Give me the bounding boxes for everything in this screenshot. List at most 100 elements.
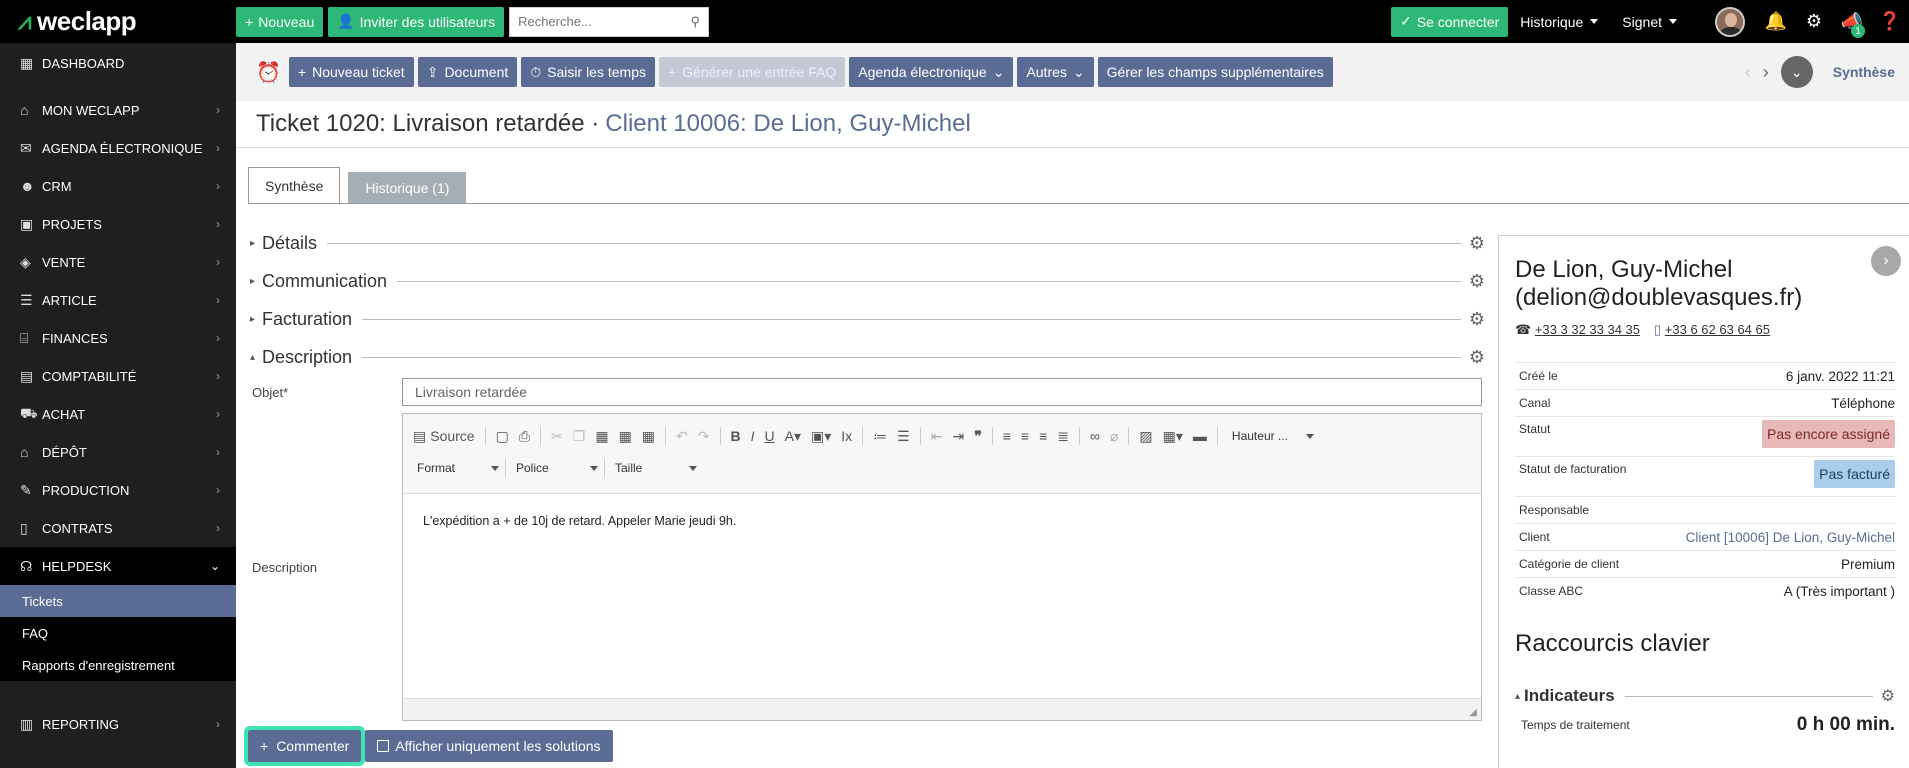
sidebar-item-vente[interactable]: ◈ Vente › [0, 243, 236, 281]
previous-icon[interactable]: ‹ [1745, 62, 1751, 83]
mobile-link[interactable]: ▯ +33 6 62 63 64 65 [1654, 322, 1770, 338]
unlink-icon[interactable]: ⌀ [1110, 428, 1118, 445]
gear-icon[interactable]: ⚙ [1469, 309, 1485, 330]
bold-icon[interactable]: B [731, 428, 741, 444]
align-right-icon[interactable]: ≡ [1039, 428, 1047, 444]
checkbox[interactable] [377, 740, 390, 752]
align-center-icon[interactable]: ≡ [1021, 428, 1029, 444]
invite-users-button[interactable]: 👤 Inviter des utilisateurs [328, 6, 505, 37]
status-badge[interactable]: Pas encore assigné [1762, 420, 1895, 448]
remove-format-icon[interactable]: Ix [841, 428, 852, 444]
italic-icon[interactable]: I [751, 428, 755, 444]
gear-icon[interactable]: ⚙ [1469, 233, 1485, 254]
section-details[interactable]: ▸ Détails ⚙ [250, 232, 1485, 254]
source-button[interactable]: ▤ Source [413, 428, 475, 445]
paste-text-icon[interactable]: ▦ [619, 428, 632, 445]
preview-icon[interactable]: ▢ [496, 428, 509, 445]
outdent-icon[interactable]: ⇤ [931, 428, 943, 445]
sidebar-item-projets[interactable]: ▣ Projets › [0, 205, 236, 243]
document-button[interactable]: ⇪ Document [417, 57, 518, 87]
agenda-dropdown[interactable]: Agenda électronique ⌄ [849, 57, 1014, 87]
blockquote-icon[interactable]: ❞ [974, 428, 982, 445]
align-left-icon[interactable]: ≡ [1003, 428, 1011, 444]
link-icon[interactable]: ∞ [1090, 428, 1100, 444]
sidebar-item-reporting[interactable]: ▥ Reporting › [0, 705, 236, 743]
chevron-down-circle-icon[interactable]: ⌄ [1780, 56, 1813, 88]
gear-icon[interactable]: ⚙ [1469, 271, 1485, 292]
bookmark-menu[interactable]: Signet [1610, 14, 1689, 30]
comment-button[interactable]: + Commenter [243, 726, 366, 766]
undo-icon[interactable]: ↶ [676, 428, 688, 445]
search-icon[interactable]: ⚲ [691, 14, 701, 30]
redo-icon[interactable]: ↷ [698, 428, 710, 445]
gear-icon[interactable]: ⚙ [1881, 686, 1895, 706]
alarm-clock-icon[interactable]: ⏰ [256, 60, 281, 85]
sidebar-item-depot[interactable]: ⌂ Dépôt › [0, 433, 236, 471]
sidebar-item-article[interactable]: ☰ Article › [0, 281, 236, 319]
synthese-link[interactable]: Synthèse [1833, 64, 1895, 80]
height-dropdown[interactable]: Hauteur ... [1228, 429, 1314, 443]
resize-handle-icon[interactable]: ◢ [1469, 707, 1477, 718]
section-communication[interactable]: ▸ Communication ⚙ [250, 270, 1485, 292]
background-color-icon[interactable]: ▣▾ [811, 428, 831, 445]
sidebar-subitem-tickets[interactable]: Tickets [0, 585, 236, 617]
connect-button[interactable]: ✓ Se connecter [1391, 6, 1509, 37]
print-icon[interactable]: ⎙ [519, 428, 530, 445]
gear-icon[interactable]: ⚙ [1795, 11, 1833, 32]
font-dropdown[interactable]: Police [512, 461, 598, 475]
tab-synthese[interactable]: Synthèse [248, 167, 341, 203]
help-icon[interactable]: ❓ [1871, 11, 1909, 32]
search-input[interactable] [518, 14, 691, 29]
editor-content[interactable]: L'expédition a + de 10j de retard. Appel… [403, 494, 1481, 694]
manage-fields-button[interactable]: Gérer les champs supplémentaires [1097, 57, 1333, 87]
bell-icon[interactable]: 🔔 [1757, 11, 1795, 32]
client-detail-link[interactable]: Client [10006] De Lion, Guy-Michel [1686, 530, 1895, 545]
paste-word-icon[interactable]: ▦ [642, 428, 655, 445]
numbered-list-icon[interactable]: ≔ [873, 428, 887, 445]
sidebar-item-comptabilite[interactable]: ▤ Comptabilité › [0, 357, 236, 395]
horizontal-rule-icon[interactable]: ▬ [1193, 428, 1207, 444]
image-icon[interactable]: ▨ [1139, 428, 1152, 445]
underline-icon[interactable]: U [765, 428, 775, 444]
megaphone-icon[interactable]: 📣 1 [1833, 11, 1871, 38]
history-menu[interactable]: Historique [1508, 14, 1610, 30]
sidebar-item-helpdesk[interactable]: ☊ Helpdesk ⌄ [0, 547, 236, 585]
sidebar-item-mon-weclapp[interactable]: ⌂ Mon weclapp › [0, 91, 236, 129]
others-dropdown[interactable]: Autres ⌄ [1017, 57, 1094, 87]
next-icon[interactable]: › [1763, 62, 1769, 83]
section-facturation[interactable]: ▸ Facturation ⚙ [250, 308, 1485, 330]
sidebar-item-agenda[interactable]: ✉ Agenda électronique › [0, 129, 236, 167]
weclapp-logo[interactable]: ⩘ weclapp [0, 6, 236, 37]
avatar[interactable] [1715, 6, 1745, 37]
time-entry-button[interactable]: ⏱ Saisir les temps [521, 57, 655, 87]
solutions-only-toggle[interactable]: Afficher uniquement les solutions [365, 730, 613, 762]
format-dropdown[interactable]: Format [413, 461, 499, 475]
billing-status-badge[interactable]: Pas facturé [1814, 460, 1895, 488]
sidebar-item-crm[interactable]: ☻ CRM › [0, 167, 236, 205]
copy-icon[interactable]: ❐ [573, 428, 586, 445]
sidebar-item-contrats[interactable]: ▯ Contrats › [0, 509, 236, 547]
bullet-list-icon[interactable]: ☰ [897, 428, 910, 445]
new-button[interactable]: + Nouveau [236, 6, 324, 37]
sidebar-item-achat[interactable]: ⛟ Achat › [0, 395, 236, 433]
paste-icon[interactable]: ▦ [595, 428, 608, 445]
cut-icon[interactable]: ✂ [551, 428, 563, 445]
new-ticket-button[interactable]: + Nouveau ticket [288, 57, 414, 87]
sidebar-item-dashboard[interactable]: ▦ Dashboard [0, 43, 236, 83]
section-description[interactable]: ▴ Description ⚙ [250, 346, 1485, 368]
objet-input[interactable]: Livraison retardée [402, 378, 1482, 406]
indent-icon[interactable]: ⇥ [952, 428, 964, 445]
client-link[interactable]: Client 10006: De Lion, Guy-Michel [605, 110, 971, 138]
phone-link[interactable]: ☎ +33 3 32 33 34 35 [1515, 322, 1640, 338]
indicators-section[interactable]: ▴ Indicateurs ⚙ [1515, 686, 1895, 706]
justify-icon[interactable]: ≣ [1057, 428, 1069, 445]
sidebar-item-finances[interactable]: ⌸ Finances › [0, 319, 236, 357]
tab-historique[interactable]: Historique (1) [348, 172, 467, 203]
sidebar-item-production[interactable]: ✎ Production › [0, 471, 236, 509]
sidebar-subitem-rapports[interactable]: Rapports d'enregistrement [0, 649, 236, 681]
gear-icon[interactable]: ⚙ [1469, 347, 1485, 368]
table-icon[interactable]: ▦▾ [1163, 428, 1183, 445]
sidebar-subitem-faq[interactable]: FAQ [0, 617, 236, 649]
size-dropdown[interactable]: Taille [611, 461, 697, 475]
text-color-icon[interactable]: A▾ [785, 428, 801, 445]
